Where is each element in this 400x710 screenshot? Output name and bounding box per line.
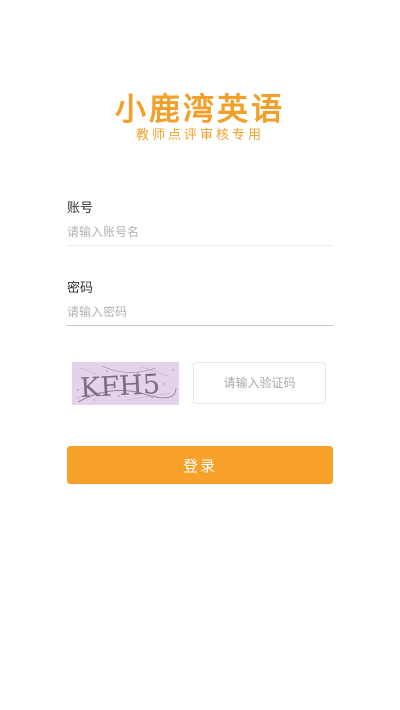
captcha-text: KFH5 [79,369,161,404]
app-subtitle: 教师点评审核专用 [135,128,264,143]
captcha-input[interactable] [193,362,326,404]
login-button[interactable]: 登录 [67,446,333,484]
password-underline [67,325,333,326]
password-input[interactable] [67,299,333,325]
password-label: 密码 [67,281,94,296]
account-underline [67,245,333,246]
account-input[interactable] [67,219,333,245]
app-logo: 小鹿湾英语 [115,92,285,128]
captcha-image[interactable]: KFH5 [72,362,179,405]
account-label: 账号 [67,201,94,216]
